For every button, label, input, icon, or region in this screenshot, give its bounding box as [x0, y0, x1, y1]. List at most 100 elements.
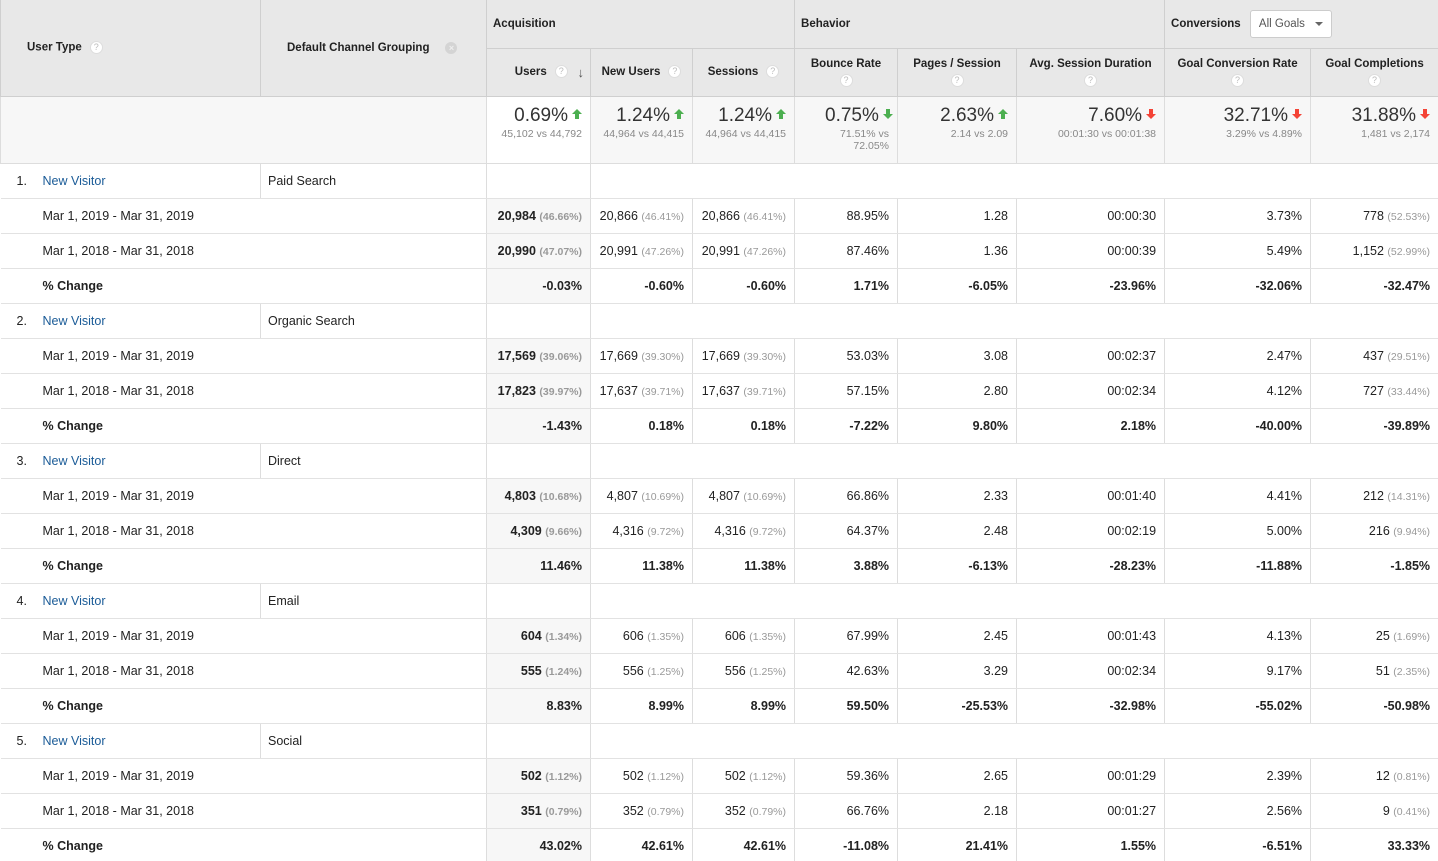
cell-goal-conv-rate: 9.17% [1164, 653, 1312, 689]
period-label: Mar 1, 2018 - Mar 31, 2018 [0, 793, 487, 829]
change-new-users: -0.60% [590, 268, 693, 304]
cell-value: 2.56% [1266, 803, 1303, 818]
table-row-period: Mar 1, 2018 - Mar 31, 2018 17,823 (39.97%… [0, 373, 1438, 409]
cell-value: 87.46% [846, 243, 890, 258]
cell-value: 2.33 [983, 488, 1009, 503]
help-icon[interactable]: ? [89, 41, 103, 55]
column-header-users[interactable]: Users? ↓ [486, 48, 591, 97]
column-header-pages-session[interactable]: Pages / Session? [897, 48, 1018, 97]
column-header-avg-duration[interactable]: Avg. Session Duration? [1016, 48, 1166, 97]
analytics-report-table: User Type? Default Channel Grouping × Acq… [0, 0, 1438, 861]
users-label: Users [514, 65, 547, 78]
help-icon[interactable]: ? [1084, 74, 1098, 87]
group-header-acquisition: Acquisition [485, 0, 796, 49]
period-label: Mar 1, 2019 - Mar 31, 2019 [0, 758, 487, 794]
sort-descending-icon[interactable]: ↓ [578, 65, 585, 80]
cell-users: 17,569 (39.06%) [486, 338, 591, 374]
period-label: Mar 1, 2019 - Mar 31, 2019 [0, 618, 487, 654]
cell-percent: (10.68%) [539, 490, 582, 503]
period-label: Mar 1, 2018 - Mar 31, 2018 [0, 233, 487, 269]
change-sessions: -0.60% [691, 268, 796, 304]
arrow-up-icon [998, 108, 1009, 119]
cell-value: 51 [1375, 663, 1390, 678]
table-row-period: Mar 1, 2018 - Mar 31, 2018 20,990 (47.07%… [0, 233, 1438, 269]
change-avg-duration: -32.98% [1016, 688, 1166, 724]
cell-percent: (0.79%) [749, 805, 787, 818]
goal-select-dropdown[interactable]: All Goals [1249, 9, 1332, 38]
change-pages-session: 9.80% [897, 408, 1018, 444]
table-row-change: % Change -1.43% 0.18% 0.18% -7.22% 9.80% 2.18%… [0, 408, 1438, 444]
column-header-goal-conversion-rate[interactable]: Goal Conversion Rate? [1164, 48, 1312, 97]
column-header-goal-completions[interactable]: Goal Completions? [1310, 48, 1438, 97]
arrow-down-icon [882, 108, 893, 119]
cell-value: 67.99% [846, 628, 890, 643]
cell-value: 3.29 [983, 663, 1009, 678]
change-pages-session: -6.05% [897, 268, 1018, 304]
remove-dimension-icon[interactable]: × [445, 41, 458, 54]
column-header-sessions[interactable]: Sessions? [691, 48, 796, 97]
user-type-link[interactable]: New Visitor [43, 314, 106, 328]
user-type-link[interactable]: New Visitor [43, 174, 106, 188]
cell-goal-completions: 12 (0.81%) [1310, 758, 1438, 794]
cell-value: 42.63% [846, 663, 890, 678]
column-header-new-users[interactable]: New Users? [590, 48, 693, 97]
user-type-link[interactable]: New Visitor [43, 594, 106, 608]
help-icon[interactable]: ? [668, 64, 682, 78]
table-row-change: % Change -0.03% -0.60% -0.60% 1.71% -6.05% -23… [0, 268, 1438, 304]
cell-pages-session: 1.36 [897, 233, 1018, 269]
change-label: % Change [0, 548, 487, 584]
cell-percent: (0.81%) [1393, 770, 1431, 783]
cell-percent: (1.12%) [749, 770, 787, 783]
help-icon[interactable]: ? [766, 64, 780, 78]
cell-percent: (47.26%) [743, 245, 787, 258]
column-header-channel-grouping[interactable]: Default Channel Grouping × [260, 0, 487, 97]
cell-value: 4.12% [1266, 383, 1303, 398]
column-header-user-type[interactable]: User Type? [0, 0, 261, 97]
cell-sessions: 20,991 (47.26%) [691, 233, 796, 269]
cell-sessions: 4,807 (10.69%) [691, 478, 796, 514]
cell-percent: (1.25%) [749, 665, 787, 678]
change-label: % Change [0, 828, 487, 861]
user-type-link[interactable]: New Visitor [43, 454, 106, 468]
period-label: Mar 1, 2019 - Mar 31, 2019 [0, 338, 487, 374]
table-row: 3. New Visitor Direct [0, 443, 1438, 479]
change-users: -1.43% [486, 408, 591, 444]
user-type-link[interactable]: New Visitor [43, 734, 106, 748]
cell-goal-conv-rate: 2.39% [1164, 758, 1312, 794]
change-avg-duration: 2.18% [1016, 408, 1166, 444]
cell-value: 727 [1363, 383, 1384, 398]
help-icon[interactable]: ? [554, 64, 568, 78]
cell-new-users: 4,807 (10.69%) [590, 478, 693, 514]
new-users-label: New Users [601, 65, 661, 78]
help-icon[interactable]: ? [1231, 74, 1245, 87]
cell-sessions: 17,637 (39.71%) [691, 373, 796, 409]
cell-sessions: 4,316 (9.72%) [691, 513, 796, 549]
cell-goal-completions: 778 (52.53%) [1310, 198, 1438, 234]
change-goal-conv-rate: -55.02% [1164, 688, 1312, 724]
cell-percent: (52.53%) [1387, 210, 1431, 223]
cell-value: 25 [1375, 628, 1390, 643]
cell-bounce-rate: 87.46% [794, 233, 899, 269]
cell-percent: (0.41%) [1393, 805, 1431, 818]
cell-bounce-rate: 57.15% [794, 373, 899, 409]
cell-value: 17,669 [701, 348, 740, 363]
cell-percent: (1.34%) [545, 630, 582, 643]
cell-value: 5.00% [1266, 523, 1303, 538]
row-users-blank [486, 303, 591, 339]
column-header-bounce-rate[interactable]: Bounce Rate? [794, 48, 899, 97]
summary-compare: 00:01:30 vs 00:01:38 [1057, 127, 1157, 140]
cell-percent: (39.30%) [743, 350, 787, 363]
cell-users: 4,309 (9.66%) [486, 513, 591, 549]
cell-pages-session: 1.28 [897, 198, 1018, 234]
help-icon[interactable]: ? [950, 74, 964, 87]
help-icon[interactable]: ? [839, 74, 853, 87]
cell-bounce-rate: 59.36% [794, 758, 899, 794]
help-icon[interactable]: ? [1368, 74, 1382, 87]
table-row-period: Mar 1, 2019 - Mar 31, 2019 502 (1.12%) 502… [0, 758, 1438, 794]
change-goal-conv-rate: -32.06% [1164, 268, 1312, 304]
cell-bounce-rate: 88.95% [794, 198, 899, 234]
row-blank [590, 163, 1438, 199]
cell-value: 4,807 [708, 488, 740, 503]
cell-goal-conv-rate: 2.56% [1164, 793, 1312, 829]
row-users-blank [486, 163, 591, 199]
